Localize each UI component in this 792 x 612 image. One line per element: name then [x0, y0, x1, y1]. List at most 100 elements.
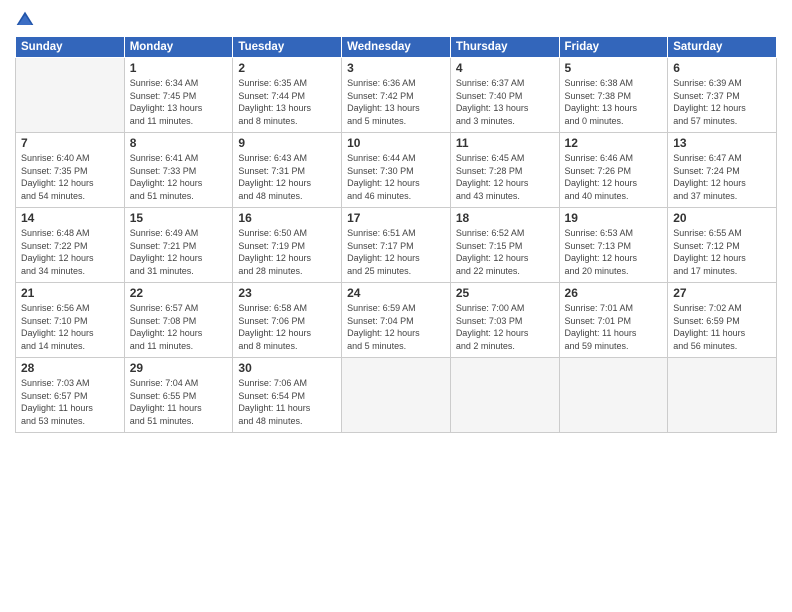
calendar-cell: 16 Sunrise: 6:50 AM Sunset: 7:19 PM Dayli… — [233, 208, 342, 283]
calendar-week-row: 7 Sunrise: 6:40 AM Sunset: 7:35 PM Daylig… — [16, 133, 777, 208]
cell-day-info: Sunrise: 6:48 AM Sunset: 7:22 PM Dayligh… — [21, 227, 119, 277]
cell-day-number: 17 — [347, 211, 445, 225]
calendar-cell: 6 Sunrise: 6:39 AM Sunset: 7:37 PM Daylig… — [668, 58, 777, 133]
calendar-cell: 7 Sunrise: 6:40 AM Sunset: 7:35 PM Daylig… — [16, 133, 125, 208]
calendar-week-row: 28 Sunrise: 7:03 AM Sunset: 6:57 PM Dayli… — [16, 358, 777, 433]
cell-day-number: 11 — [456, 136, 554, 150]
cell-day-number: 10 — [347, 136, 445, 150]
cell-day-info: Sunrise: 6:52 AM Sunset: 7:15 PM Dayligh… — [456, 227, 554, 277]
cell-day-info: Sunrise: 7:06 AM Sunset: 6:54 PM Dayligh… — [238, 377, 336, 427]
cell-day-number: 25 — [456, 286, 554, 300]
weekday-header: Saturday — [668, 37, 777, 58]
cell-day-info: Sunrise: 7:03 AM Sunset: 6:57 PM Dayligh… — [21, 377, 119, 427]
cell-day-number: 23 — [238, 286, 336, 300]
cell-day-number: 5 — [565, 61, 663, 75]
calendar-cell — [668, 358, 777, 433]
header — [15, 10, 777, 30]
calendar-week-row: 21 Sunrise: 6:56 AM Sunset: 7:10 PM Dayli… — [16, 283, 777, 358]
calendar-cell: 1 Sunrise: 6:34 AM Sunset: 7:45 PM Daylig… — [124, 58, 233, 133]
weekday-header: Friday — [559, 37, 668, 58]
cell-day-info: Sunrise: 6:40 AM Sunset: 7:35 PM Dayligh… — [21, 152, 119, 202]
cell-day-number: 18 — [456, 211, 554, 225]
cell-day-info: Sunrise: 6:45 AM Sunset: 7:28 PM Dayligh… — [456, 152, 554, 202]
cell-day-info: Sunrise: 7:00 AM Sunset: 7:03 PM Dayligh… — [456, 302, 554, 352]
weekday-header: Wednesday — [342, 37, 451, 58]
cell-day-info: Sunrise: 6:58 AM Sunset: 7:06 PM Dayligh… — [238, 302, 336, 352]
cell-day-number: 8 — [130, 136, 228, 150]
logo — [15, 10, 39, 30]
cell-day-info: Sunrise: 6:38 AM Sunset: 7:38 PM Dayligh… — [565, 77, 663, 127]
calendar-cell: 19Sunrise: 6:53 AM Sunset: 7:13 PM Dayli… — [559, 208, 668, 283]
cell-day-number: 4 — [456, 61, 554, 75]
calendar-cell: 15Sunrise: 6:49 AM Sunset: 7:21 PM Dayli… — [124, 208, 233, 283]
cell-day-number: 15 — [130, 211, 228, 225]
calendar-cell: 22Sunrise: 6:57 AM Sunset: 7:08 PM Dayli… — [124, 283, 233, 358]
cell-day-number: 24 — [347, 286, 445, 300]
calendar-cell: 21 Sunrise: 6:56 AM Sunset: 7:10 PM Dayli… — [16, 283, 125, 358]
cell-day-info: Sunrise: 6:44 AM Sunset: 7:30 PM Dayligh… — [347, 152, 445, 202]
cell-day-info: Sunrise: 6:39 AM Sunset: 7:37 PM Dayligh… — [673, 77, 771, 127]
cell-day-number: 29 — [130, 361, 228, 375]
cell-day-number: 6 — [673, 61, 771, 75]
cell-day-info: Sunrise: 6:57 AM Sunset: 7:08 PM Dayligh… — [130, 302, 228, 352]
calendar-cell: 24Sunrise: 6:59 AM Sunset: 7:04 PM Dayli… — [342, 283, 451, 358]
cell-day-info: Sunrise: 6:56 AM Sunset: 7:10 PM Dayligh… — [21, 302, 119, 352]
calendar-body: 1 Sunrise: 6:34 AM Sunset: 7:45 PM Daylig… — [16, 58, 777, 433]
cell-day-number: 12 — [565, 136, 663, 150]
calendar-cell — [342, 358, 451, 433]
cell-day-number: 30 — [238, 361, 336, 375]
calendar-cell: 25 Sunrise: 7:00 AM Sunset: 7:03 PM Dayli… — [450, 283, 559, 358]
calendar-cell — [450, 358, 559, 433]
cell-day-info: Sunrise: 7:04 AM Sunset: 6:55 PM Dayligh… — [130, 377, 228, 427]
calendar-cell: 12 Sunrise: 6:46 AM Sunset: 7:26 PM Dayli… — [559, 133, 668, 208]
weekday-header: Thursday — [450, 37, 559, 58]
calendar-cell: 20 Sunrise: 6:55 AM Sunset: 7:12 PM Dayli… — [668, 208, 777, 283]
calendar-cell: 11 Sunrise: 6:45 AM Sunset: 7:28 PM Dayli… — [450, 133, 559, 208]
calendar-cell: 17 Sunrise: 6:51 AM Sunset: 7:17 PM Dayli… — [342, 208, 451, 283]
cell-day-info: Sunrise: 6:53 AM Sunset: 7:13 PM Dayligh… — [565, 227, 663, 277]
weekday-header: Tuesday — [233, 37, 342, 58]
weekday-row: SundayMondayTuesdayWednesdayThursdayFrid… — [16, 37, 777, 58]
calendar-cell: 5 Sunrise: 6:38 AM Sunset: 7:38 PM Daylig… — [559, 58, 668, 133]
calendar-cell: 23 Sunrise: 6:58 AM Sunset: 7:06 PM Dayli… — [233, 283, 342, 358]
cell-day-number: 28 — [21, 361, 119, 375]
calendar-cell: 18 Sunrise: 6:52 AM Sunset: 7:15 PM Dayli… — [450, 208, 559, 283]
calendar-week-row: 14 Sunrise: 6:48 AM Sunset: 7:22 PM Dayli… — [16, 208, 777, 283]
cell-day-number: 9 — [238, 136, 336, 150]
cell-day-number: 16 — [238, 211, 336, 225]
calendar-cell: 4Sunrise: 6:37 AM Sunset: 7:40 PM Daylig… — [450, 58, 559, 133]
calendar-cell: 27 Sunrise: 7:02 AM Sunset: 6:59 PM Dayli… — [668, 283, 777, 358]
calendar-cell: 10 Sunrise: 6:44 AM Sunset: 7:30 PM Dayli… — [342, 133, 451, 208]
calendar-cell: 13Sunrise: 6:47 AM Sunset: 7:24 PM Dayli… — [668, 133, 777, 208]
calendar-cell: 30 Sunrise: 7:06 AM Sunset: 6:54 PM Dayli… — [233, 358, 342, 433]
weekday-header: Sunday — [16, 37, 125, 58]
cell-day-number: 1 — [130, 61, 228, 75]
cell-day-number: 2 — [238, 61, 336, 75]
calendar-cell — [559, 358, 668, 433]
cell-day-number: 7 — [21, 136, 119, 150]
cell-day-info: Sunrise: 6:50 AM Sunset: 7:19 PM Dayligh… — [238, 227, 336, 277]
calendar-cell: 29 Sunrise: 7:04 AM Sunset: 6:55 PM Dayli… — [124, 358, 233, 433]
cell-day-number: 21 — [21, 286, 119, 300]
calendar-cell: 9 Sunrise: 6:43 AM Sunset: 7:31 PM Daylig… — [233, 133, 342, 208]
cell-day-info: Sunrise: 6:35 AM Sunset: 7:44 PM Dayligh… — [238, 77, 336, 127]
calendar-header: SundayMondayTuesdayWednesdayThursdayFrid… — [16, 37, 777, 58]
cell-day-number: 27 — [673, 286, 771, 300]
cell-day-info: Sunrise: 7:02 AM Sunset: 6:59 PM Dayligh… — [673, 302, 771, 352]
calendar-cell: 28 Sunrise: 7:03 AM Sunset: 6:57 PM Dayli… — [16, 358, 125, 433]
cell-day-info: Sunrise: 6:55 AM Sunset: 7:12 PM Dayligh… — [673, 227, 771, 277]
cell-day-info: Sunrise: 6:36 AM Sunset: 7:42 PM Dayligh… — [347, 77, 445, 127]
cell-day-number: 20 — [673, 211, 771, 225]
calendar-table: SundayMondayTuesdayWednesdayThursdayFrid… — [15, 36, 777, 433]
weekday-header: Monday — [124, 37, 233, 58]
cell-day-info: Sunrise: 6:34 AM Sunset: 7:45 PM Dayligh… — [130, 77, 228, 127]
cell-day-number: 3 — [347, 61, 445, 75]
page: SundayMondayTuesdayWednesdayThursdayFrid… — [0, 0, 792, 612]
cell-day-number: 14 — [21, 211, 119, 225]
cell-day-info: Sunrise: 6:51 AM Sunset: 7:17 PM Dayligh… — [347, 227, 445, 277]
calendar-cell: 2 Sunrise: 6:35 AM Sunset: 7:44 PM Daylig… — [233, 58, 342, 133]
cell-day-info: Sunrise: 6:46 AM Sunset: 7:26 PM Dayligh… — [565, 152, 663, 202]
cell-day-info: Sunrise: 6:43 AM Sunset: 7:31 PM Dayligh… — [238, 152, 336, 202]
cell-day-number: 13 — [673, 136, 771, 150]
logo-icon — [15, 10, 35, 30]
